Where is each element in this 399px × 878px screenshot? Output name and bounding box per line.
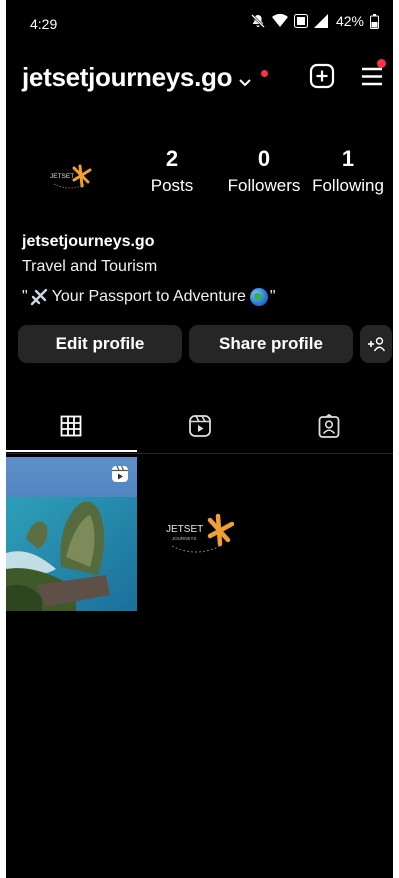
following-stat[interactable]: 1 Following [308, 146, 388, 196]
battery-percent: 42% [335, 13, 364, 29]
followers-label: Followers [227, 176, 301, 195]
jetset-logo: JETSET [50, 164, 92, 189]
account-switcher[interactable]: jetsetjourneys.go [22, 62, 232, 93]
tab-posts[interactable] [6, 400, 135, 452]
bio-quote-open: " [22, 288, 28, 305]
profile-name: jetsetjourneys.go [22, 233, 155, 250]
profile-tabs [6, 400, 393, 452]
add-person-icon [368, 337, 385, 352]
profile-bio: " Your Passport to Adventure " [22, 288, 276, 306]
logo-text: JETSET [50, 173, 74, 180]
chevron-down-icon[interactable] [239, 74, 251, 92]
posts-label: Posts [150, 176, 194, 195]
bio-text: Your Passport to Adventure [51, 288, 246, 305]
airplane-icon [30, 288, 48, 306]
followers-count: 0 [257, 146, 271, 171]
profile-header: jetsetjourneys.go [6, 52, 393, 102]
share-profile-button[interactable]: Share profile [189, 325, 353, 363]
mute-icon [250, 13, 266, 29]
battery-icon [370, 13, 379, 29]
add-icon[interactable] [308, 62, 336, 90]
jetset-logo-image: JETSET JOURNEYS [166, 513, 234, 553]
profile-category: Travel and Tourism [22, 258, 158, 275]
discover-people-button[interactable] [360, 325, 392, 363]
reels-icon [188, 415, 211, 437]
status-time: 4:29 [30, 16, 58, 32]
globe-icon [249, 288, 268, 306]
following-label: Following [312, 176, 384, 195]
edit-profile-button[interactable]: Edit profile [18, 325, 182, 363]
tab-tagged[interactable] [264, 400, 393, 452]
followers-stat[interactable]: 0 Followers [218, 146, 310, 196]
posts-count: 2 [165, 146, 179, 171]
signal-icon [313, 14, 328, 28]
status-bar: 4:29 42% [6, 0, 393, 46]
status-icons: 42% [250, 13, 379, 29]
logo-subtitle: JOURNEYS [172, 536, 197, 541]
tab-reels[interactable] [135, 400, 264, 452]
tab-selected-indicator [6, 450, 137, 452]
lte-icon [293, 14, 308, 28]
bio-quote-close: " [269, 288, 276, 305]
post-thumbnail-reel[interactable] [6, 457, 137, 611]
notification-dot [261, 70, 268, 77]
profile-screen: 4:29 42% jetsetjourneys.go JETSET 2 Post… [6, 0, 393, 878]
avatar[interactable]: JETSET [36, 146, 108, 206]
tagged-icon [318, 414, 339, 438]
following-count: 1 [341, 146, 355, 171]
posts-stat[interactable]: 2 Posts [142, 146, 202, 196]
menu-notification-dot [377, 59, 386, 68]
wifi-icon [271, 14, 288, 28]
tab-divider [6, 453, 393, 454]
post-thumbnail-logo[interactable]: JETSET JOURNEYS [139, 457, 270, 611]
logo-title: JETSET [166, 524, 203, 535]
grid-icon [60, 415, 81, 437]
reel-badge-icon [111, 465, 129, 488]
